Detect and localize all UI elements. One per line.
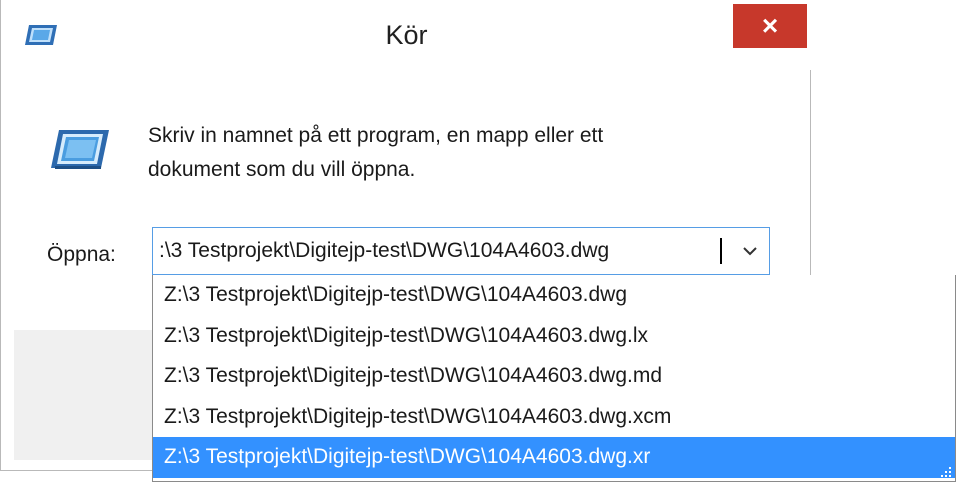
instruction-line: dokument som du vill öppna.	[148, 158, 416, 181]
instruction-line: Skriv in namnet på ett program, en mapp …	[148, 124, 604, 147]
text-caret	[720, 238, 722, 264]
window-title: Kör	[385, 20, 428, 50]
dropdown-item-selected[interactable]: Z:\3 Testprojekt\Digitejp-test\DWG\104A4…	[153, 437, 955, 478]
autocomplete-dropdown: Z:\3 Testprojekt\Digitejp-test\DWG\104A4…	[152, 275, 956, 482]
dropdown-item[interactable]: Z:\3 Testprojekt\Digitejp-test\DWG\104A4…	[153, 397, 955, 438]
dropdown-item[interactable]: Z:\3 Testprojekt\Digitejp-test\DWG\104A4…	[153, 356, 955, 397]
title-bar[interactable]: Kör ×	[1, 0, 812, 70]
run-icon	[51, 130, 109, 169]
open-combobox[interactable]: :\3 Testprojekt\Digitejp-test\DWG\104A46…	[152, 227, 770, 275]
instruction-text: Skriv in namnet på ett program, en mapp …	[148, 119, 748, 187]
dropdown-item[interactable]: Z:\3 Testprojekt\Digitejp-test\DWG\104A4…	[153, 316, 955, 357]
chevron-down-icon[interactable]	[739, 240, 761, 262]
open-field-label: Öppna:	[47, 243, 116, 266]
resize-grip-icon[interactable]	[939, 465, 953, 479]
close-icon: ×	[761, 10, 779, 41]
dropdown-item[interactable]: Z:\3 Testprojekt\Digitejp-test\DWG\104A4…	[153, 275, 955, 316]
open-input[interactable]: :\3 Testprojekt\Digitejp-test\DWG\104A46…	[159, 228, 729, 274]
close-button[interactable]: ×	[733, 4, 807, 48]
